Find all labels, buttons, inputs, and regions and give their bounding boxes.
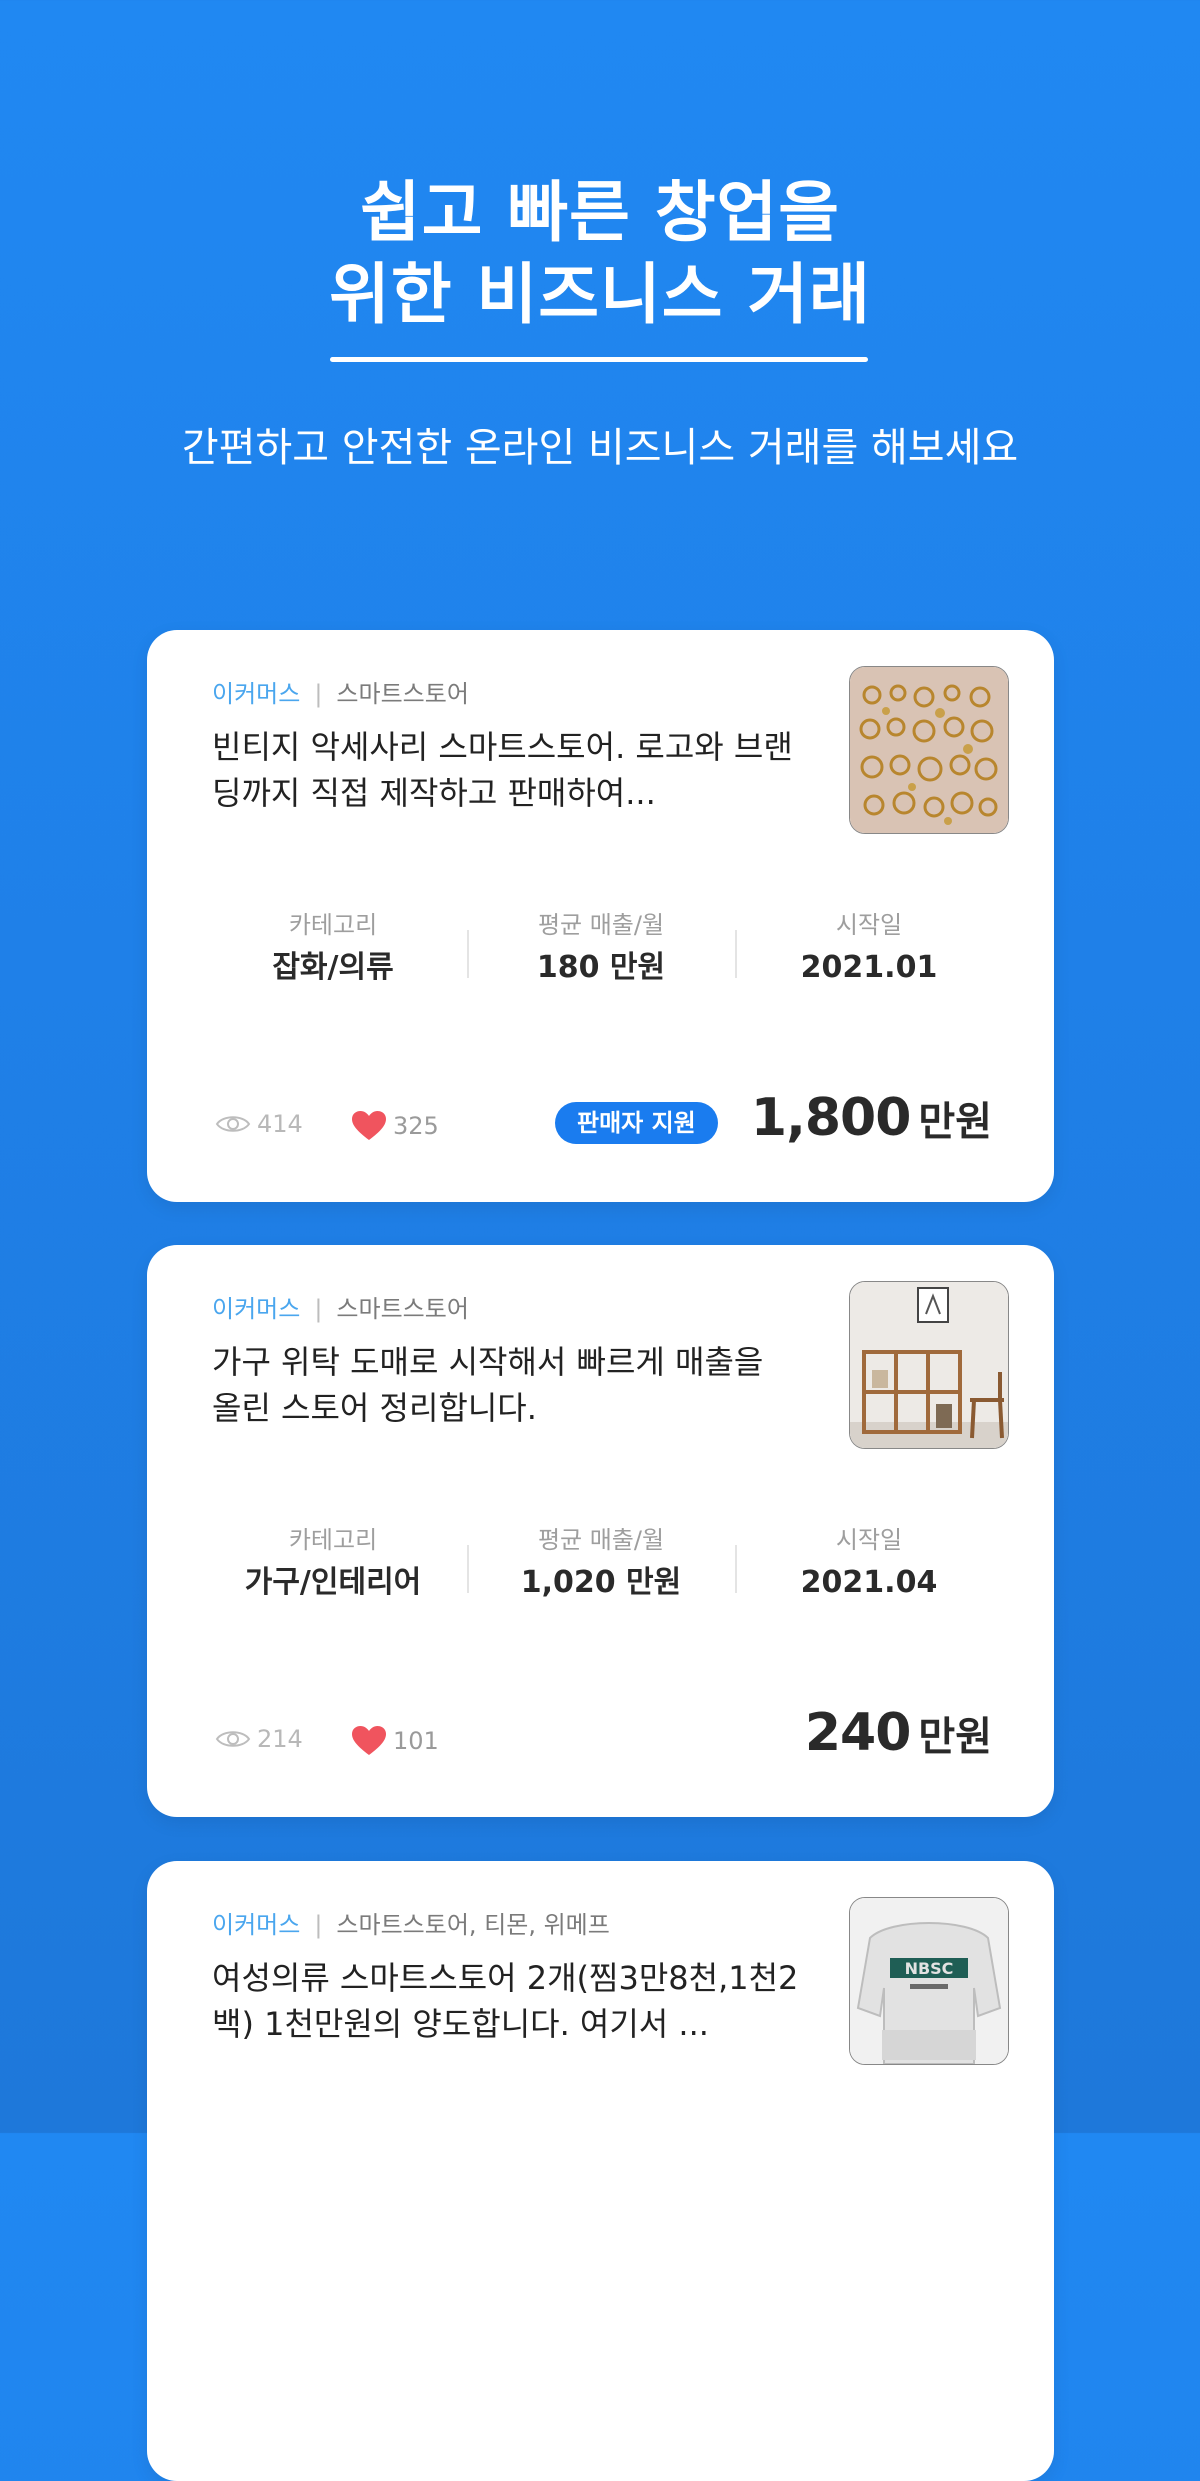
stat-label: 평균 매출/월 <box>537 911 665 939</box>
view-count: 414 <box>215 1110 303 1138</box>
stat-label: 시작일 <box>835 911 903 939</box>
category-sub-tag: 스마트스토어 <box>336 680 469 708</box>
category-sub-tag: 스마트스토어 <box>336 1295 469 1323</box>
stat-category: 카테고리 가구/인테리어 <box>199 1525 467 1601</box>
view-count-value: 214 <box>257 1725 303 1753</box>
listing-card[interactable]: 이커머스 | 스마트스토어 빈티지 악세사리 스마트스토어. 로고와 브랜딩까지 직… <box>147 630 1054 1202</box>
stat-value: 2021.01 <box>800 950 938 985</box>
stat-category: 카테고리 잡화/의류 <box>199 910 467 986</box>
stat-value: 잡화/의류 <box>272 950 394 985</box>
listing-tags: 이커머스 | 스마트스토어 <box>212 1293 469 1325</box>
hero-title: 쉽고 빠른 창업을 위한 비즈니스 거래 <box>0 172 1200 336</box>
stat-start-date: 시작일 2021.01 <box>735 910 1003 986</box>
category-main-tag: 이커머스 <box>212 1911 301 1939</box>
sweatshirt-photo: NBSC <box>850 1898 1008 2064</box>
wooden-shelf-photo <box>850 1282 1008 1448</box>
listing-thumbnail <box>849 1281 1009 1449</box>
listing-title: 여성의류 스마트스토어 2개(찜3만8천,1천2백) 1천만원의 양도합니다. … <box>212 1959 799 2043</box>
stat-value: 180 만원 <box>536 950 666 985</box>
hero-underline <box>330 357 868 362</box>
stat-label: 카테고리 <box>288 1526 378 1554</box>
stat-start-date: 시작일 2021.04 <box>735 1525 1003 1601</box>
seller-support-badge: 판매자 지원 <box>555 1102 718 1144</box>
listing-stats: 카테고리 가구/인테리어 평균 매출/월 1,020 만원 시작일 2021.0… <box>199 1525 1004 1615</box>
listing-thumbnail <box>849 666 1009 834</box>
like-count[interactable]: 101 <box>351 1725 439 1757</box>
listing-card[interactable]: 이커머스 | 스마트스토어, 티몬, 위메프 여성의류 스마트스토어 2개(찜3만8… <box>147 1861 1054 2481</box>
view-count-value: 414 <box>257 1110 303 1138</box>
hero-subtitle: 간편하고 안전한 온라인 비즈니스 거래를 해보세요 <box>181 425 1019 471</box>
price-unit: 만원 <box>918 1714 992 1760</box>
listing-card[interactable]: 이커머스 | 스마트스토어 가구 위탁 도매로 시작해서 빠르게 매출을 올린 스토… <box>147 1245 1054 1817</box>
listing-title: 빈티지 악세사리 스마트스토어. 로고와 브랜딩까지 직접 제작하고 판매하여.… <box>212 728 793 812</box>
tag-separator: | <box>314 1911 323 1939</box>
gold-earrings-photo <box>850 667 1008 833</box>
heart-icon <box>352 1726 386 1755</box>
view-count: 214 <box>215 1725 303 1753</box>
listing-price: 1,800 만원 <box>751 1088 992 1148</box>
stat-value: 2021.04 <box>800 1565 938 1600</box>
like-count-value: 101 <box>393 1727 439 1755</box>
like-count[interactable]: 325 <box>351 1110 439 1142</box>
stat-avg-revenue: 평균 매출/월 1,020 만원 <box>467 1525 735 1601</box>
category-main-tag: 이커머스 <box>212 680 301 708</box>
listing-price: 240 만원 <box>805 1703 992 1763</box>
eye-icon <box>215 1731 251 1747</box>
like-count-value: 325 <box>393 1112 439 1140</box>
stat-avg-revenue: 평균 매출/월 180 만원 <box>467 910 735 986</box>
tag-separator: | <box>314 1295 323 1323</box>
category-sub-tag: 스마트스토어, 티몬, 위메프 <box>336 1911 610 1939</box>
hero-title-line2: 위한 비즈니스 거래 <box>329 256 871 333</box>
stat-label: 평균 매출/월 <box>537 1526 665 1554</box>
listing-tags: 이커머스 | 스마트스토어 <box>212 678 469 710</box>
listing-thumbnail: NBSC <box>849 1897 1009 2065</box>
stat-label: 카테고리 <box>288 911 378 939</box>
listing-tags: 이커머스 | 스마트스토어, 티몬, 위메프 <box>212 1909 610 1941</box>
tag-separator: | <box>314 680 323 708</box>
stat-value: 1,020 만원 <box>520 1565 682 1600</box>
heart-icon <box>352 1111 386 1140</box>
stat-value: 가구/인테리어 <box>244 1565 422 1600</box>
price-unit: 만원 <box>918 1099 992 1145</box>
price-value: 1,800 <box>750 1088 911 1148</box>
price-value: 240 <box>804 1703 912 1763</box>
svg-text:NBSC: NBSC <box>905 1959 954 1978</box>
eye-icon <box>215 1116 251 1132</box>
stat-label: 시작일 <box>835 1526 903 1554</box>
hero-title-line1: 쉽고 빠른 창업을 <box>360 174 840 251</box>
listing-stats: 카테고리 잡화/의류 평균 매출/월 180 만원 시작일 2021.01 <box>199 910 1004 1000</box>
category-main-tag: 이커머스 <box>212 1295 301 1323</box>
listing-title: 가구 위탁 도매로 시작해서 빠르게 매출을 올린 스토어 정리합니다. <box>212 1343 764 1427</box>
